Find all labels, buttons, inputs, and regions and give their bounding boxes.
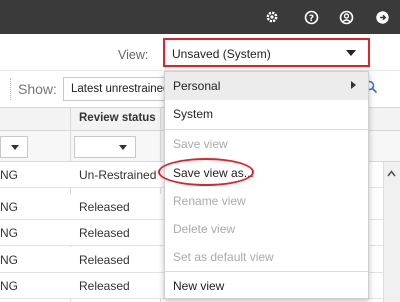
menu-item-new-view[interactable]: New view: [165, 272, 368, 300]
chevron-down-icon: [346, 50, 356, 56]
menu-item-label: Personal: [173, 79, 221, 93]
show-selected-value: Latest unrestrained: [71, 83, 170, 95]
menu-item-label: Set as default view: [173, 250, 274, 264]
table-cell: NG: [0, 200, 18, 214]
annotation-ring: [158, 158, 254, 186]
user-icon[interactable]: [336, 7, 356, 27]
top-bar: ?: [0, 0, 400, 34]
table-cell: NG: [0, 226, 18, 240]
column-filter-dropdown[interactable]: [0, 136, 28, 158]
logout-icon[interactable]: [372, 7, 392, 27]
menu-item-set-default-view: Set as default view: [165, 243, 368, 271]
show-select[interactable]: Latest unrestrained: [63, 77, 173, 101]
table-cell: Released: [79, 279, 130, 293]
table-cell: NG: [0, 279, 18, 293]
svg-text:?: ?: [308, 14, 313, 24]
menu-item-personal[interactable]: Personal: [165, 72, 368, 100]
table-cell: NG: [0, 253, 18, 267]
view-select[interactable]: Unsaved (System): [163, 38, 370, 67]
menu-item-system[interactable]: System: [165, 100, 368, 128]
menu-item-label: Save view: [173, 137, 228, 151]
column-header-review-status[interactable]: Review status: [79, 112, 156, 124]
menu-item-label: New view: [173, 279, 225, 293]
show-label: Show:: [18, 81, 57, 97]
scroll-up-icon[interactable]: [387, 166, 396, 180]
table-cell: Un-Restrained: [79, 168, 157, 182]
table-cell: Released: [79, 226, 130, 240]
menu-item-save-view: Save view: [165, 130, 368, 158]
help-icon[interactable]: ?: [301, 7, 321, 27]
menu-item-label: System: [173, 107, 214, 121]
chevron-down-icon: [11, 145, 19, 150]
menu-item-label: Rename view: [173, 194, 246, 208]
vertical-scrollbar[interactable]: [383, 162, 400, 302]
view-selected-value: Unsaved (System): [172, 47, 271, 61]
toolbar-divider: [10, 78, 11, 100]
review-status-filter-dropdown[interactable]: [74, 136, 136, 158]
menu-item-label: Delete view: [173, 222, 236, 236]
table-cell: Released: [79, 200, 130, 214]
table-cell: Released: [79, 253, 130, 267]
menu-item-rename-view: Rename view: [165, 187, 368, 215]
table-cell: NG: [0, 168, 18, 182]
menu-item-delete-view: Delete view: [165, 215, 368, 243]
gear-icon[interactable]: [262, 7, 282, 27]
chevron-down-icon: [119, 145, 127, 150]
chevron-right-icon: [351, 81, 356, 89]
view-label: View:: [118, 48, 149, 62]
